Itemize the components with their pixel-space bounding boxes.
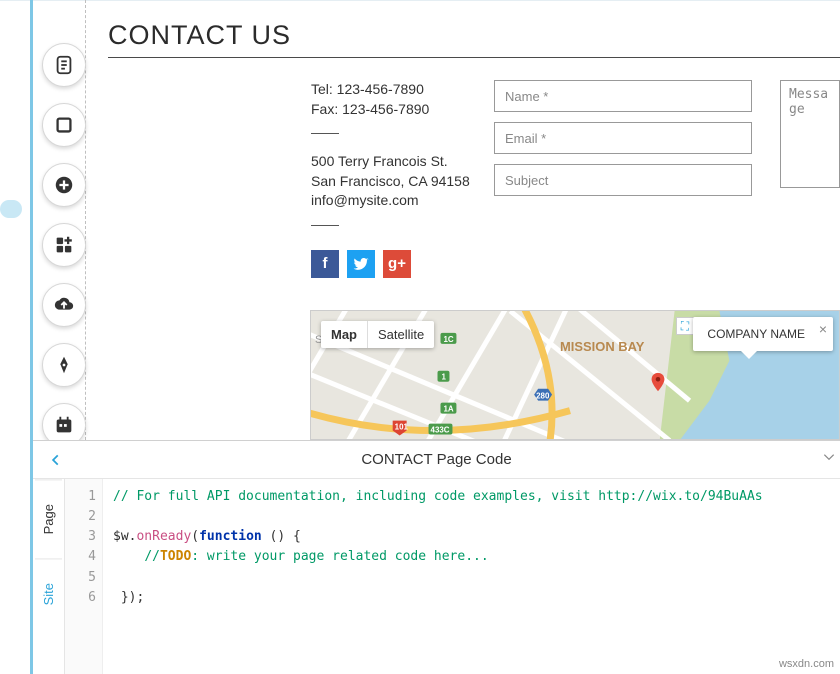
map-marker-icon (647, 371, 669, 393)
map[interactable]: MISSION BAY San Francisco 1C 1 1A 433C 2… (310, 310, 840, 440)
code-editor[interactable]: // For full API documentation, including… (103, 479, 840, 674)
code-line-1: // For full API documentation, including… (113, 489, 763, 504)
collapse-button[interactable] (822, 450, 836, 469)
svg-text:101: 101 (395, 423, 409, 432)
svg-text:1A: 1A (443, 405, 453, 414)
google-plus-icon[interactable]: g+ (383, 250, 411, 278)
chevron-left-icon (49, 453, 63, 467)
map-mode-toggle[interactable]: Map Satellite (321, 321, 434, 348)
code-tok: function (199, 529, 262, 544)
code-tok: $w (113, 529, 129, 544)
contact-form (494, 80, 752, 278)
code-tok: ( (191, 529, 199, 544)
message-field[interactable] (780, 80, 840, 188)
pages-button[interactable] (42, 43, 86, 87)
code-tok: // (144, 549, 160, 564)
fb-glyph: f (323, 253, 328, 274)
code-side-tabs: Page Site (33, 479, 65, 674)
svg-text:1C: 1C (443, 335, 453, 344)
code-body: Page Site 123456 // For full API documen… (33, 479, 840, 674)
tab-page[interactable]: Page (35, 479, 62, 558)
map-mode-satellite[interactable]: Satellite (367, 321, 434, 348)
square-icon (53, 114, 75, 136)
name-field[interactable] (494, 80, 752, 112)
code-tok: () { (262, 529, 301, 544)
svg-text:280: 280 (536, 392, 550, 401)
scroll-indicator (0, 200, 22, 218)
top-hairline (0, 0, 840, 1)
code-tok: }); (113, 590, 144, 605)
apps-icon (53, 234, 75, 256)
add-button[interactable] (42, 163, 86, 207)
uploads-button[interactable] (42, 283, 86, 327)
code-tok: TODO (160, 549, 191, 564)
email-text: info@mysite.com (311, 191, 474, 211)
blog-button[interactable] (42, 343, 86, 387)
svg-text:433C: 433C (431, 426, 450, 435)
subject-field[interactable] (494, 164, 752, 196)
gp-glyph: g+ (388, 253, 406, 274)
back-button[interactable] (45, 445, 67, 475)
map-info-window: COMPANY NAME × (693, 317, 833, 351)
background-button[interactable] (42, 103, 86, 147)
map-mode-map[interactable]: Map (321, 321, 367, 348)
plus-circle-icon (53, 174, 75, 196)
cloud-upload-icon (53, 294, 75, 316)
title-rule (108, 57, 840, 58)
page-title: CONTACT US (108, 20, 840, 51)
line-gutter: 123456 (65, 479, 103, 674)
contact-section: Tel: 123-456-7890 Fax: 123-456-7890 500 … (311, 80, 840, 278)
code-tok: : write your page related code here... (191, 549, 488, 564)
address-line1: 500 Terry Francois St. (311, 152, 474, 172)
address-line2: San Francisco, CA 94158 (311, 172, 474, 192)
watermark: wsxdn.com (779, 658, 834, 670)
tab-site[interactable]: Site (35, 558, 62, 629)
divider (311, 133, 339, 134)
email-field[interactable] (494, 122, 752, 154)
divider (311, 225, 339, 226)
editor-toolbar (42, 43, 86, 437)
twitter-bird-icon (353, 256, 369, 272)
svg-text:1: 1 (441, 373, 446, 382)
code-title: CONTACT Page Code (361, 451, 511, 468)
tel-text: Tel: 123-456-7890 (311, 80, 474, 100)
page-canvas: CONTACT US Tel: 123-456-7890 Fax: 123-45… (108, 20, 840, 278)
chevrons-icon (822, 450, 836, 464)
close-icon[interactable]: × (819, 321, 827, 337)
code-tok: onReady (136, 529, 191, 544)
apps-button[interactable] (42, 223, 86, 267)
code-header: CONTACT Page Code (33, 441, 840, 479)
message-col (780, 80, 840, 278)
map-info-title: COMPANY NAME (707, 327, 805, 341)
code-tok (113, 549, 144, 564)
code-panel: CONTACT Page Code Page Site 123456 // Fo… (33, 440, 840, 674)
page-icon (53, 54, 75, 76)
pen-nib-icon (53, 354, 75, 376)
twitter-icon[interactable] (347, 250, 375, 278)
fax-text: Fax: 123-456-7890 (311, 100, 474, 120)
social-row: f g+ (311, 250, 474, 278)
map-fullscreen-icon[interactable]: ⛶ (676, 317, 694, 335)
facebook-icon[interactable]: f (311, 250, 339, 278)
map-label-neighborhood: MISSION BAY (560, 339, 645, 354)
calendar-icon (53, 414, 75, 436)
contact-info: Tel: 123-456-7890 Fax: 123-456-7890 500 … (311, 80, 474, 278)
